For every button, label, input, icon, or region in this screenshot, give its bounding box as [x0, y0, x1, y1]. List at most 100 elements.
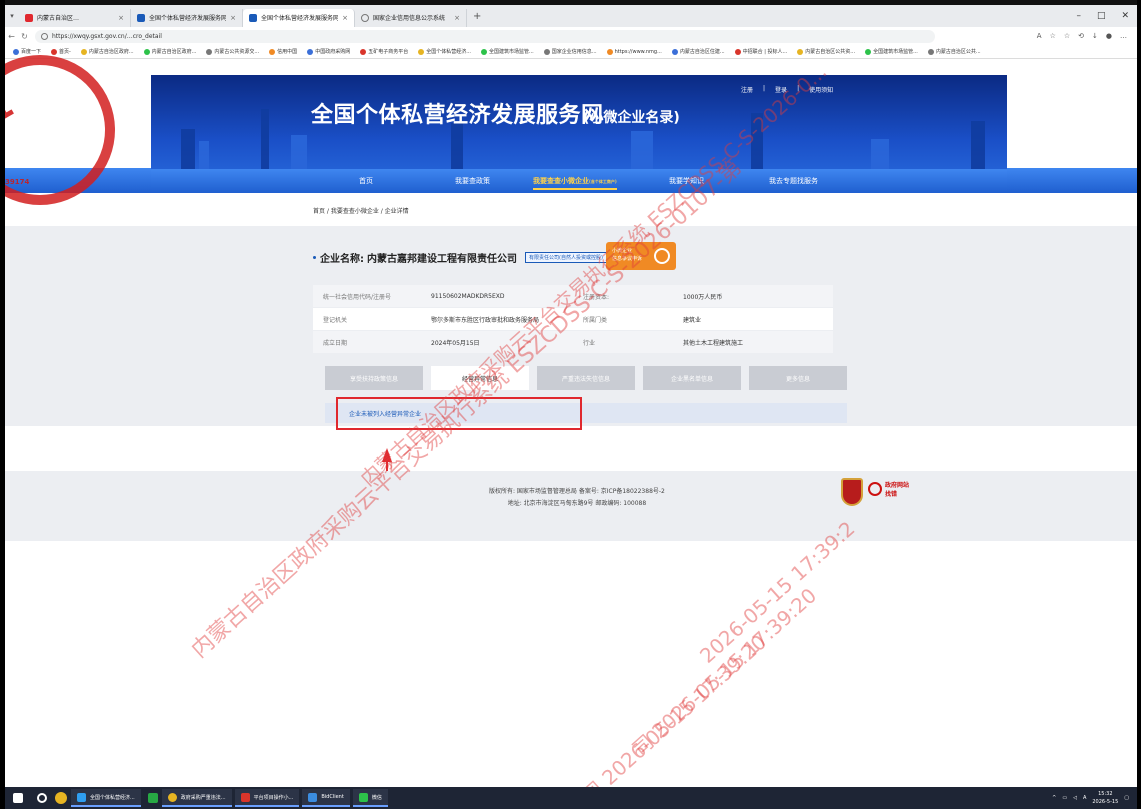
bookmark-item[interactable]: 内蒙古自治区公共资...: [797, 48, 855, 55]
taskbar-app[interactable]: 微信: [352, 789, 388, 807]
download-icon[interactable]: ↓: [1092, 32, 1098, 40]
taskbar-app[interactable]: 平台项目操作小...: [234, 789, 300, 807]
bookmark-label: https://www.nmg...: [614, 48, 662, 55]
favorite-star-icon[interactable]: ☆: [1050, 32, 1056, 40]
field-label: 成立日期: [323, 339, 348, 347]
skyline-shape: [751, 113, 763, 169]
clock[interactable]: 15:32 2026-5-15: [1092, 790, 1118, 806]
maximize-icon[interactable]: □: [1097, 11, 1106, 21]
bookmark-item[interactable]: https://www.nmg...: [606, 48, 662, 55]
bookmark-item[interactable]: 内蒙古自治区政府...: [143, 48, 196, 55]
close-icon[interactable]: ×: [118, 14, 124, 22]
bookmark-item[interactable]: 百度一下: [13, 48, 41, 55]
close-icon[interactable]: ×: [342, 14, 348, 22]
url-field[interactable]: https://xwqy.gsxt.gov.cn/…cro_detail: [35, 29, 935, 43]
table-row: 统一社会信用代码/注册号 91150602MADKDR5EXD 注册资本: 10…: [313, 285, 833, 308]
police-badge-icon[interactable]: [841, 478, 863, 506]
skyline-shape: [261, 109, 269, 169]
bookmark-favicon-icon: [734, 48, 741, 55]
bookmark-item[interactable]: 中招联合 | 投标人...: [734, 48, 787, 55]
bookmark-item[interactable]: 首页-: [51, 48, 71, 55]
back-arrow-icon[interactable]: ←: [5, 32, 18, 41]
dispute-appeal-button[interactable]: 小微企业 信息争议申诉: [606, 242, 676, 270]
browser-tab-bar: ▾ 内蒙古自治区… × 全国个体私营经济发展服务网 × 全国个体私营经济发展服务网 ×…: [5, 5, 1137, 27]
skyline-shape: [631, 131, 653, 169]
close-icon[interactable]: ×: [230, 14, 236, 22]
tab-more-info[interactable]: 更多信息: [749, 366, 847, 390]
ime-icon[interactable]: A: [1083, 795, 1086, 801]
chrome-icon[interactable]: [55, 792, 67, 804]
bidclient-icon: [308, 792, 318, 802]
bookmark-item[interactable]: 内蒙古公共资源交...: [206, 48, 259, 55]
tab-abnormal-operation[interactable]: 经营异常信息: [431, 366, 529, 390]
field-value: 1000万人民币: [683, 293, 723, 301]
nav-label-small: (含个体工商户): [589, 179, 617, 184]
network-icon[interactable]: ▭: [1062, 795, 1067, 801]
nav-learn[interactable]: 我要学知识: [669, 176, 704, 186]
notification-icon[interactable]: ▢: [1124, 795, 1129, 801]
reload-icon[interactable]: ↻: [18, 32, 31, 41]
history-icon[interactable]: ⟲: [1078, 32, 1084, 40]
field-value: 鄂尔多斯市东胜区行政审批和政务服务局: [431, 316, 540, 324]
tab-support-policy[interactable]: 享受扶持政策信息: [325, 366, 423, 390]
browser-tab-active[interactable]: 全国个体私营经济发展服务网 ×: [243, 8, 355, 27]
bookmark-item[interactable]: 中国政府采购网: [307, 48, 350, 55]
taskbar-app[interactable]: BidClient: [302, 789, 350, 807]
tab-menu-icon[interactable]: ▾: [5, 12, 19, 20]
nav-policy[interactable]: 我要查政策: [455, 176, 490, 186]
close-icon[interactable]: ×: [454, 14, 460, 22]
tab-serious-violation[interactable]: 严重违法失信信息: [537, 366, 635, 390]
search-icon[interactable]: [37, 793, 47, 803]
close-window-icon[interactable]: ✕: [1121, 11, 1129, 21]
nav-home[interactable]: 首页: [359, 176, 373, 186]
gov-site-error-link[interactable]: 政府网站 找错: [868, 480, 909, 498]
bookmark-item[interactable]: 全国建筑市场监管...: [865, 48, 918, 55]
bookmark-label: 首页-: [59, 49, 71, 55]
bookmark-item[interactable]: 国家企业信用信息...: [543, 48, 597, 55]
browser-tab[interactable]: 全国个体私营经济发展服务网 ×: [131, 8, 243, 27]
login-link[interactable]: 登录: [775, 85, 787, 94]
site-info-icon[interactable]: [41, 32, 48, 40]
new-tab-button[interactable]: +: [473, 11, 481, 22]
bookmark-label: 全国个体私营经济...: [426, 49, 471, 55]
more-icon[interactable]: …: [1120, 32, 1127, 40]
field-value: 91150602MADKDR5EXD: [431, 292, 505, 300]
bookmark-favicon-icon: [865, 48, 872, 55]
taskbar-app[interactable]: 全国个体私营经济...: [71, 789, 141, 807]
bookmark-item[interactable]: 内蒙古自治区公共...: [927, 48, 981, 55]
skyline-shape: [451, 123, 463, 169]
nav-search-enterprise[interactable]: 我要查查小微企业(含个体工商户): [533, 176, 617, 190]
bookmark-item[interactable]: 全国建筑市场监管...: [481, 48, 534, 55]
taskbar-app[interactable]: 政府采购严重违法...: [161, 789, 232, 807]
favorites-icon[interactable]: ☆: [1064, 32, 1070, 40]
usage-notice-link[interactable]: 使用须知: [809, 85, 833, 94]
favicon-icon: [137, 13, 145, 22]
register-link[interactable]: 注册: [741, 85, 753, 94]
skyline-shape: [199, 141, 209, 169]
bookmark-item[interactable]: 五矿电子商务平台: [360, 48, 408, 55]
nav-service[interactable]: 我去专题找服务: [769, 176, 818, 186]
browser-tab[interactable]: 国家企业信用信息公示系统 ×: [355, 8, 467, 27]
windows-start-icon[interactable]: [13, 793, 23, 803]
bookmark-favicon-icon: [606, 48, 613, 55]
bookmark-item[interactable]: 内蒙古自治区住建...: [671, 48, 725, 55]
profile-icon[interactable]: ●: [1106, 32, 1112, 40]
main-nav: 首页 我要查政策 我要查查小微企业(含个体工商户) 我要学知识 我去专题找服务: [151, 169, 1007, 193]
company-label: 企业名称:: [320, 254, 364, 265]
bookmark-label: 中国政府采购网: [315, 49, 351, 55]
browser-tab[interactable]: 内蒙古自治区… ×: [19, 8, 131, 27]
bookmark-item[interactable]: 全国个体私营经济...: [418, 48, 471, 55]
bookmark-item[interactable]: 内蒙古自治区政府...: [80, 48, 134, 55]
tab-blacklist[interactable]: 企业黑名单信息: [643, 366, 741, 390]
volume-icon[interactable]: ◁: [1073, 795, 1077, 801]
skyline-shape: [291, 135, 307, 169]
tray-chevron-icon[interactable]: ^: [1052, 795, 1056, 801]
bookmark-label: 百度一下: [21, 49, 42, 55]
system-tray: ^ ▭ ◁ A 15:32 2026-5-15 ▢: [1052, 790, 1137, 806]
bookmark-item[interactable]: 信用中国: [269, 48, 297, 55]
minimize-icon[interactable]: –: [1076, 11, 1081, 21]
read-aloud-icon[interactable]: A: [1037, 32, 1042, 40]
footer-text: 版权所有: 国家市场监督管理总局 备案号: 京ICP备18022388号-2 地…: [489, 486, 665, 510]
site-title: 全国个体私营经济发展服务网: [311, 103, 604, 128]
app-icon[interactable]: [147, 793, 158, 803]
